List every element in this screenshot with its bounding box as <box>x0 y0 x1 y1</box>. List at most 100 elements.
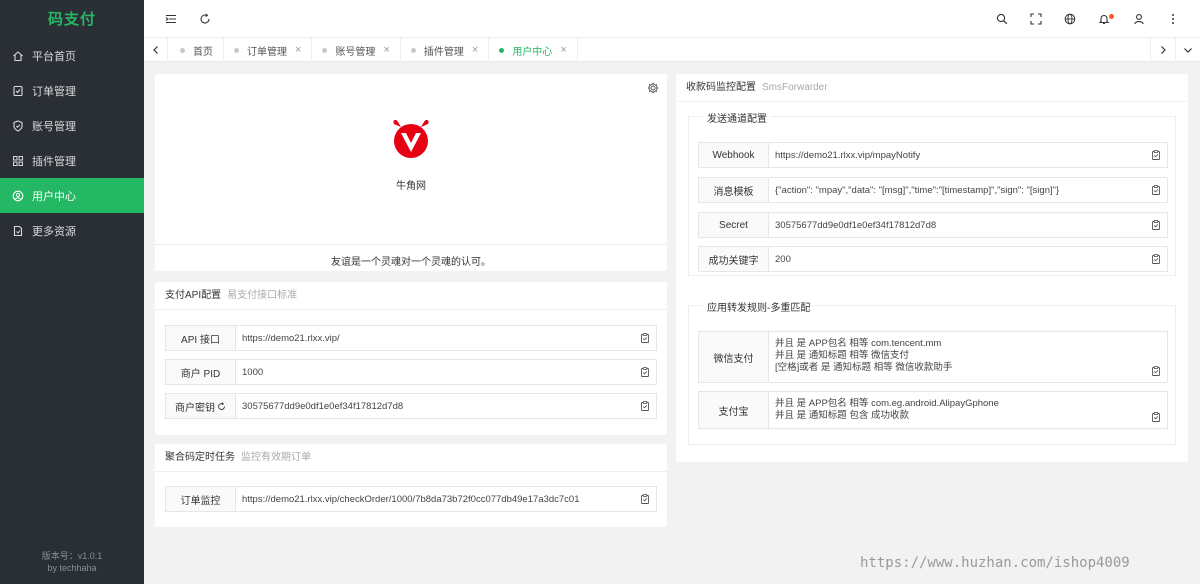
globe-icon[interactable] <box>1063 12 1077 26</box>
close-icon[interactable]: × <box>295 44 301 56</box>
clipboard-icon <box>1152 150 1160 160</box>
sidebar-item-label: 用户中心 <box>32 190 76 203</box>
message-template-value[interactable]: {"action": "mpay","data": "[msg]","time"… <box>769 178 1145 202</box>
close-icon[interactable]: × <box>383 44 389 56</box>
tab-orders[interactable]: 订单管理 × <box>224 38 313 62</box>
merchant-key-value[interactable]: 30575677dd9e0df1e0ef34f17812d7d8 <box>236 394 634 418</box>
close-icon[interactable]: × <box>560 44 566 56</box>
sidebar-item-label: 更多资源 <box>32 225 76 238</box>
tab-label: 插件管理 <box>423 46 464 58</box>
fullscreen-icon[interactable] <box>1029 12 1043 26</box>
refresh-key-icon[interactable] <box>217 401 226 411</box>
sidebar-item-label: 平台首页 <box>32 50 76 63</box>
merchant-pid-value[interactable]: 1000 <box>236 360 634 384</box>
sidebar-item-home[interactable]: 平台首页 <box>0 38 144 73</box>
order-monitor-row: 订单监控 https://demo21.rlxx.vip/checkOrder/… <box>165 486 657 512</box>
tab-label: 订单管理 <box>247 46 287 58</box>
tab-user-center[interactable]: 用户中心 × <box>489 38 578 62</box>
sidebar-item-label: 订单管理 <box>32 85 76 98</box>
merchant-key-label: 商户密钥 <box>175 402 215 414</box>
section-title: 发送通道配置 <box>703 110 771 125</box>
rule-line: 并且 是 APP包名 相等 com.eg.android.AlipayGphon… <box>775 398 999 409</box>
sidebar-item-user-center[interactable]: 用户中心 <box>0 178 144 213</box>
tab-home[interactable]: 首页 <box>170 38 224 62</box>
copy-button[interactable] <box>634 360 656 384</box>
webhook-row: Webhook https://demo21.rlxx.vip/mpayNoti… <box>698 142 1168 168</box>
gear-icon[interactable] <box>647 82 659 94</box>
order-icon <box>12 85 24 97</box>
tab-scroll-left-button[interactable] <box>144 38 168 62</box>
clipboard-icon <box>1152 254 1160 264</box>
version-number: 版本号：v1.0.1 <box>41 551 103 561</box>
field-label: 消息模板 <box>699 178 769 202</box>
brand-logo[interactable]: 码支付 <box>0 0 144 38</box>
sidebar: 码支付 平台首页 订单管理 账号管理 插件管理 用户中心 更多资源 版本号：v1… <box>0 0 144 584</box>
grid-icon <box>12 155 24 167</box>
rule-conditions[interactable]: 并且 是 APP包名 相等 com.tencent.mm 并且 是 通知标题 相… <box>769 332 1145 382</box>
api-endpoint-row: API 接口 https://demo21.rlxx.vip/ <box>165 325 657 351</box>
card-title: 支付API配置 <box>165 290 222 301</box>
shield-icon <box>12 119 24 132</box>
copy-button[interactable] <box>1145 247 1167 271</box>
bell-icon[interactable] <box>1097 12 1114 26</box>
version-info: 版本号：v1.0.1 by techhaha <box>0 550 144 574</box>
copy-button[interactable] <box>1145 143 1167 167</box>
merchant-key-row: 商户密钥 30575677dd9e0df1e0ef34f17812d7d8 <box>165 393 657 419</box>
sidebar-item-accounts[interactable]: 账号管理 <box>0 108 144 143</box>
copy-button[interactable] <box>1145 213 1167 237</box>
tab-dropdown-button[interactable] <box>1175 38 1199 62</box>
rule-conditions[interactable]: 并且 是 APP包名 相等 com.eg.android.AlipayGphon… <box>769 392 1145 428</box>
search-icon[interactable] <box>995 12 1009 26</box>
document-icon <box>12 225 24 237</box>
card-subtitle: SmsForwarder <box>762 82 828 93</box>
refresh-icon[interactable] <box>198 12 212 26</box>
rule-line: 并且 是 通知标题 相等 微信支付 <box>775 350 910 361</box>
copy-button[interactable] <box>634 326 656 350</box>
copy-button[interactable] <box>1145 392 1167 428</box>
tab-plugins[interactable]: 插件管理 × <box>401 38 490 62</box>
card-header: 收款码监控配置 SmsForwarder <box>676 74 1188 102</box>
field-label: 商户密钥 <box>166 394 236 418</box>
niujiao-logo <box>393 119 429 158</box>
clipboard-icon <box>1152 412 1160 422</box>
rule-row-alipay: 支付宝 并且 是 APP包名 相等 com.eg.android.AlipayG… <box>698 391 1168 429</box>
sidebar-item-label: 账号管理 <box>32 120 76 133</box>
order-monitor-value[interactable]: https://demo21.rlxx.vip/checkOrder/1000/… <box>236 487 634 511</box>
message-template-row: 消息模板 {"action": "mpay","data": "[msg]","… <box>698 177 1168 203</box>
tab-dot <box>180 47 185 53</box>
field-label: API 接口 <box>166 326 236 350</box>
card-header: 聚合码定时任务 监控有效期订单 <box>155 444 667 472</box>
rule-line: 并且 是 通知标题 包含 成功收款 <box>775 410 910 421</box>
user-circle-icon <box>12 190 24 202</box>
secret-row: Secret 30575677dd9e0df1e0ef34f17812d7d8 <box>698 212 1168 238</box>
api-endpoint-value[interactable]: https://demo21.rlxx.vip/ <box>236 326 634 350</box>
menu-fold-icon[interactable] <box>164 12 178 26</box>
copy-button[interactable] <box>1145 332 1167 382</box>
success-keyword-value[interactable]: 200 <box>769 247 1145 271</box>
field-label: 商户 PID <box>166 360 236 384</box>
webhook-value[interactable]: https://demo21.rlxx.vip/mpayNotify <box>769 143 1145 167</box>
field-label: Webhook <box>699 143 769 167</box>
rule-line: [空格]或者 是 通知标题 相等 微信收款助手 <box>775 362 953 373</box>
more-vertical-icon[interactable] <box>1166 12 1180 26</box>
close-icon[interactable]: × <box>472 44 478 56</box>
tab-label: 用户中心 <box>512 46 553 58</box>
secret-value[interactable]: 30575677dd9e0df1e0ef34f17812d7d8 <box>769 213 1145 237</box>
clipboard-icon <box>641 333 649 343</box>
copy-button[interactable] <box>634 394 656 418</box>
sidebar-item-more-resources[interactable]: 更多资源 <box>0 213 144 248</box>
user-icon[interactable] <box>1132 12 1146 26</box>
chevron-left-icon <box>152 46 158 54</box>
tab-scroll-right-button[interactable] <box>1150 38 1174 62</box>
clipboard-icon <box>1152 185 1160 195</box>
field-label: 成功关键字 <box>699 247 769 271</box>
copy-button[interactable] <box>1145 178 1167 202</box>
clipboard-icon <box>641 494 649 504</box>
sidebar-item-label: 插件管理 <box>32 155 76 168</box>
clipboard-icon <box>641 401 649 411</box>
copy-button[interactable] <box>634 487 656 511</box>
sidebar-item-plugins[interactable]: 插件管理 <box>0 143 144 178</box>
tab-accounts[interactable]: 账号管理 × <box>312 38 401 62</box>
tab-dot <box>410 47 416 53</box>
sidebar-item-orders[interactable]: 订单管理 <box>0 73 144 108</box>
